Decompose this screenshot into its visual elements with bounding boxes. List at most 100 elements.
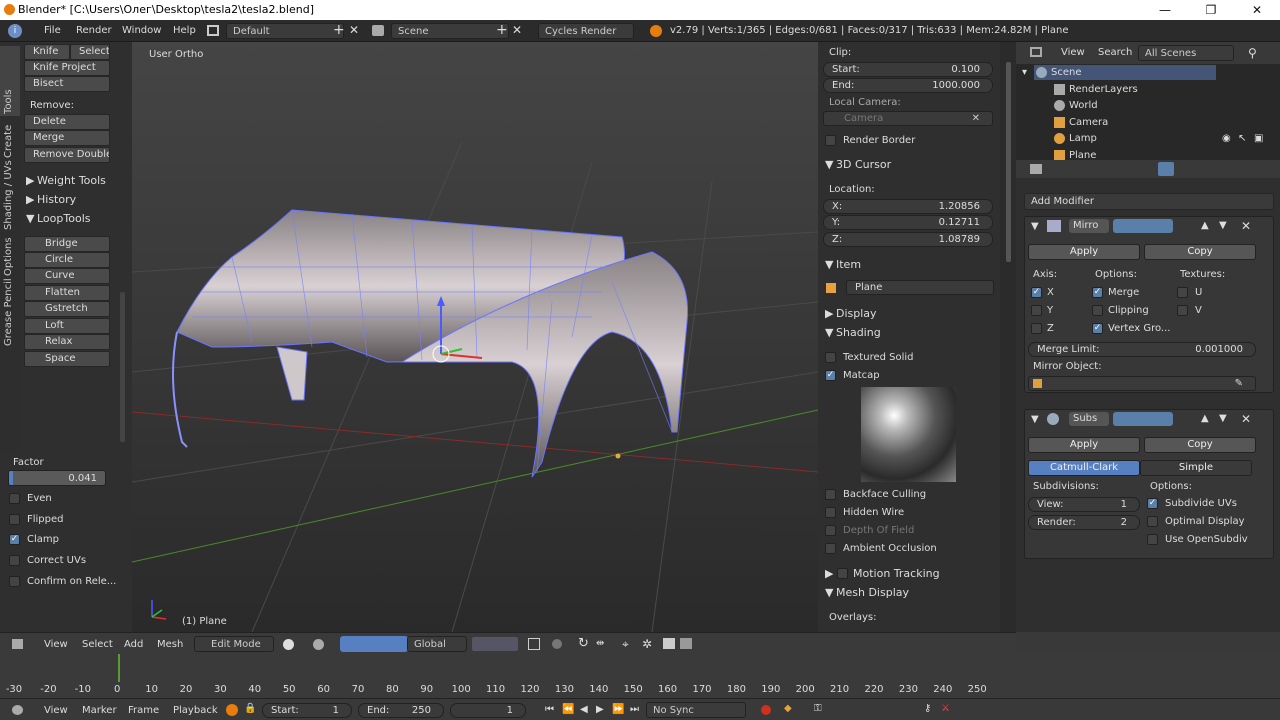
cursor-y-field[interactable]: Y: 0.12711 (823, 215, 993, 230)
axis-x-checkbox[interactable]: ✓ (1031, 287, 1042, 298)
subsurf-display-toggles[interactable] (1113, 412, 1173, 426)
subsurf-move-down-icon[interactable]: ▼ (1219, 413, 1227, 424)
outliner-search-icon[interactable]: ⚲ (1248, 46, 1257, 60)
visibility-eye-icon[interactable]: ◉ (1222, 133, 1231, 144)
layout-dropdown[interactable]: Default (226, 23, 344, 39)
remove-subsurf-icon[interactable]: ✕ (1241, 412, 1251, 426)
tab-grease-pencil[interactable]: Grease Pencil (3, 278, 14, 346)
menu-window[interactable]: Window (122, 25, 161, 36)
knife-button[interactable]: Knife (24, 44, 70, 60)
next-keyframe-icon[interactable]: ⏩ (612, 704, 624, 715)
delete-key-icon[interactable]: ⚔ (941, 703, 950, 714)
timeline[interactable]: -30 -20 -10 0 10 20 30 40 50 60 70 80 90 100 110 120 130… (0, 654, 1280, 698)
looptools-panel[interactable]: LoopTools (37, 212, 90, 225)
selectable-cursor-icon[interactable]: ↖ (1238, 133, 1246, 144)
limit-selection-icon[interactable] (528, 638, 540, 650)
frame-menu[interactable]: Frame (128, 705, 159, 716)
current-frame-field[interactable]: 1 (450, 703, 526, 718)
outliner-search-menu[interactable]: Search (1098, 47, 1132, 58)
ambient-occlusion-checkbox[interactable] (825, 543, 836, 554)
flipped-checkbox[interactable] (9, 514, 20, 525)
shading-mode-icon[interactable] (283, 639, 294, 650)
3d-cursor-arrow-icon[interactable]: ▼ (825, 158, 833, 171)
optimal-display-checkbox[interactable] (1147, 516, 1158, 527)
vertex-groups-checkbox[interactable]: ✓ (1092, 323, 1103, 334)
render-border-checkbox[interactable] (825, 135, 836, 146)
history-panel[interactable]: History (37, 193, 76, 206)
insert-key-icon[interactable]: ⚷ (924, 703, 931, 714)
subdivide-uvs-checkbox[interactable]: ✓ (1147, 498, 1158, 509)
mode-dropdown[interactable]: Edit Mode (194, 636, 274, 652)
delete-button[interactable]: Delete (24, 114, 110, 130)
scene-expand-icon[interactable]: ▾ (1022, 67, 1027, 78)
subsurf-copy-button[interactable]: Copy (1144, 437, 1256, 453)
editor-type-icon[interactable] (12, 639, 23, 649)
depth-of-field-checkbox[interactable] (825, 525, 836, 536)
add-layout-icon[interactable]: + (333, 22, 345, 38)
add-scene-icon[interactable]: + (496, 22, 508, 38)
minimize-button[interactable]: — (1142, 0, 1188, 20)
proportional-edit-icon[interactable] (552, 639, 562, 649)
subsurf-view-field[interactable]: View: 1 (1028, 497, 1140, 512)
axis-z-checkbox[interactable] (1031, 323, 1042, 334)
timeline-view-menu[interactable]: View (44, 705, 68, 716)
render-anim-icon[interactable] (680, 638, 692, 649)
mirror-display-toggles[interactable] (1113, 219, 1173, 233)
correct-uvs-checkbox[interactable] (9, 555, 20, 566)
layout-icon[interactable] (207, 25, 219, 36)
sync-dropdown[interactable]: No Sync (646, 702, 746, 718)
start-frame-field[interactable]: Start: 1 (262, 703, 352, 718)
select-button[interactable]: Select (70, 44, 110, 60)
outliner-camera[interactable]: Camera (1069, 117, 1108, 128)
mesh-display-arrow-icon[interactable]: ▼ (825, 586, 833, 599)
clear-camera-icon[interactable]: ✕ (972, 113, 980, 124)
knife-project-button[interactable]: Knife Project (24, 60, 110, 76)
play-reverse-icon[interactable]: ◀ (580, 704, 588, 715)
matcap-checkbox[interactable]: ✓ (825, 370, 836, 381)
clip-end-field[interactable]: End: 1000.000 (823, 78, 993, 93)
current-frame-line[interactable] (118, 654, 120, 682)
manipulator-toggles[interactable] (340, 636, 408, 652)
remove-mirror-icon[interactable]: ✕ (1241, 219, 1251, 233)
3d-viewport[interactable]: User Ortho (1) Plane (132, 42, 818, 632)
outliner-filter-dropdown[interactable]: All Scenes (1138, 45, 1234, 61)
simple-button[interactable]: Simple (1140, 460, 1252, 476)
remove-scene-icon[interactable]: ✕ (512, 23, 522, 37)
npanel-scrollbar[interactable] (1000, 42, 1016, 632)
menu-help[interactable]: Help (173, 25, 196, 36)
bisect-button[interactable]: Bisect (24, 76, 110, 92)
backface-culling-checkbox[interactable] (825, 489, 836, 500)
history-arrow-icon[interactable]: ▶ (26, 193, 34, 206)
mirror-apply-button[interactable]: Apply (1028, 244, 1140, 260)
jump-end-icon[interactable]: ⏭ (630, 704, 639, 715)
motion-tracking-header[interactable]: Motion Tracking (853, 567, 940, 580)
item-header[interactable]: Item (836, 258, 861, 271)
maximize-button[interactable]: ❐ (1188, 0, 1234, 20)
curve-button[interactable]: Curve (24, 268, 110, 284)
loft-button[interactable]: Loft (24, 318, 110, 334)
info-icon[interactable]: i (8, 24, 22, 38)
undo-icon[interactable]: ↻ (578, 636, 589, 651)
render-engine-dropdown[interactable]: Cycles Render (538, 23, 634, 39)
scene-dropdown[interactable]: Scene (391, 23, 509, 39)
eyedropper-icon[interactable]: ✎ (1235, 378, 1243, 389)
lock-icon[interactable]: 🔒 (244, 703, 256, 714)
subsurf-name-field[interactable]: Subs (1069, 412, 1109, 426)
textured-solid-checkbox[interactable] (825, 352, 836, 363)
render-icon[interactable] (663, 638, 675, 649)
clip-start-field[interactable]: Start: 0.100 (823, 62, 993, 77)
outliner-world[interactable]: World (1069, 100, 1098, 111)
shading-arrow-icon[interactable]: ▼ (825, 326, 833, 339)
snap-icon[interactable]: ⌖ (622, 637, 629, 652)
marker-menu[interactable]: Marker (82, 705, 117, 716)
renderable-icon[interactable]: ▣ (1254, 133, 1263, 144)
weight-tools-arrow-icon[interactable]: ▶ (26, 174, 34, 187)
merge-limit-field[interactable]: Merge Limit: 0.001000 (1028, 342, 1256, 357)
playback-menu[interactable]: Playback (173, 705, 218, 716)
texture-u-checkbox[interactable] (1177, 287, 1188, 298)
mesh-display-header[interactable]: Mesh Display (836, 586, 909, 599)
factor-slider[interactable]: 0.041 (8, 470, 106, 486)
npanel-scroll-thumb[interactable] (1006, 62, 1011, 262)
mirror-copy-button[interactable]: Copy (1144, 244, 1256, 260)
remove-layout-icon[interactable]: ✕ (349, 23, 359, 37)
